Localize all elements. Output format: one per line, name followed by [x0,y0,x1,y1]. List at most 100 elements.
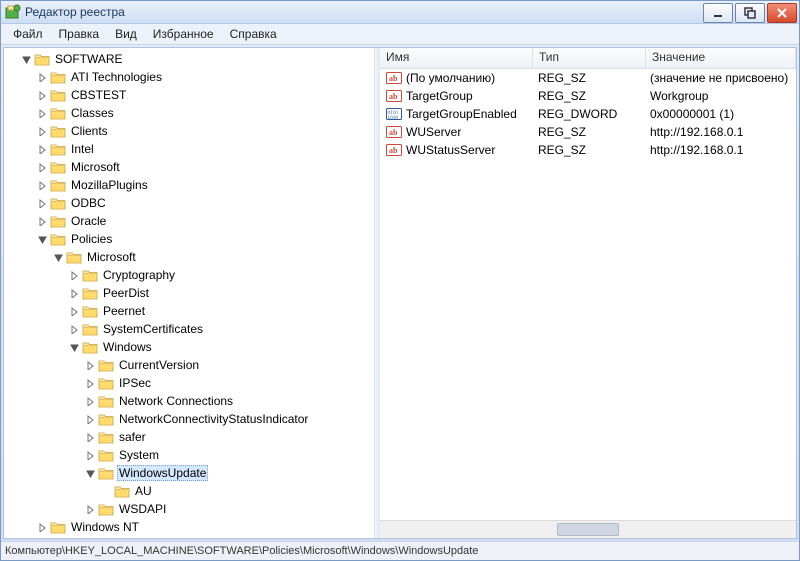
tree-node-label[interactable]: Windows [101,340,154,354]
tree-node-label[interactable]: WindowsUpdate [117,465,208,481]
menu-favorites[interactable]: Избранное [145,25,222,43]
list-row[interactable]: (По умолчанию)REG_SZ(значение не присвое… [380,69,796,87]
expander-closed-icon[interactable] [36,179,48,191]
expander-closed-icon[interactable] [84,503,96,515]
list-row[interactable]: TargetGroupEnabledREG_DWORD0x00000001 (1… [380,105,796,123]
menu-help[interactable]: Справка [222,25,285,43]
expander-closed-icon[interactable] [68,323,80,335]
expander-open-icon[interactable] [84,467,96,479]
tree-node[interactable]: ODBC [36,194,374,212]
tree-node[interactable]: WSDAPI [84,500,374,518]
tree-node[interactable]: Oracle [36,212,374,230]
close-button[interactable] [767,3,797,23]
tree-node[interactable]: Policies [36,230,374,248]
tree-node[interactable]: PeerDist [68,284,374,302]
menu-file[interactable]: Файл [5,25,51,43]
expander-closed-icon[interactable] [36,89,48,101]
scrollbar-thumb[interactable] [557,523,619,536]
tree-node-label[interactable]: PeerDist [101,286,151,300]
expander-closed-icon[interactable] [84,377,96,389]
expander-closed-icon[interactable] [36,125,48,137]
tree-node[interactable]: CurrentVersion [84,356,374,374]
list-body[interactable]: (По умолчанию)REG_SZ(значение не присвое… [380,69,796,520]
tree-node-label[interactable]: ODBC [69,196,108,210]
expander-closed-icon[interactable] [84,395,96,407]
expander-open-icon[interactable] [68,341,80,353]
menu-view[interactable]: Вид [107,25,145,43]
expander-closed-icon[interactable] [36,161,48,173]
tree-node-label[interactable]: SOFTWARE [53,52,125,66]
tree-node[interactable]: Windows [68,338,374,356]
tree-node-label[interactable]: Windows NT [69,520,141,534]
expander-closed-icon[interactable] [36,521,48,533]
expander-open-icon[interactable] [20,53,32,65]
tree-node[interactable]: IPSec [84,374,374,392]
tree-node-label[interactable]: Network Connections [117,394,235,408]
expander-closed-icon[interactable] [36,215,48,227]
tree-node-label[interactable]: ATI Technologies [69,70,164,84]
tree-pane[interactable]: SOFTWARE ATI Technologies CBSTEST Classes Cl… [4,48,375,538]
tree-node[interactable]: Peernet [68,302,374,320]
menu-edit[interactable]: Правка [51,25,108,43]
column-type[interactable]: Тип [533,48,646,68]
tree-node-label[interactable]: safer [117,430,148,444]
tree-node-label[interactable]: Policies [69,232,114,246]
tree-node[interactable]: Classes [36,104,374,122]
expander-closed-icon[interactable] [84,413,96,425]
tree-node[interactable]: Intel [36,140,374,158]
expander-open-icon[interactable] [52,251,64,263]
tree-node[interactable]: safer [84,428,374,446]
tree-node[interactable]: Windows NT [36,518,374,536]
list-row[interactable]: TargetGroupREG_SZWorkgroup [380,87,796,105]
tree-node-label[interactable]: Microsoft [69,160,122,174]
tree-node-label[interactable]: CurrentVersion [117,358,201,372]
tree-node-label[interactable]: Microsoft [85,250,138,264]
tree-node[interactable]: SystemCertificates [68,320,374,338]
expander-closed-icon[interactable] [84,359,96,371]
column-name[interactable]: Имя [380,48,533,68]
tree-node[interactable]: SOFTWARE [20,50,374,68]
expander-closed-icon[interactable] [36,197,48,209]
tree-node-label[interactable]: AU [133,484,154,498]
tree-node-label[interactable]: CBSTEST [69,88,128,102]
expander-open-icon[interactable] [36,233,48,245]
tree-node-label[interactable]: System [117,448,161,462]
column-value[interactable]: Значение [646,48,796,68]
tree-node-label[interactable]: Cryptography [101,268,177,282]
expander-closed-icon[interactable] [68,287,80,299]
maximize-button[interactable] [735,3,765,23]
horizontal-scrollbar[interactable] [380,520,796,538]
tree-node[interactable]: System [84,446,374,464]
tree-node[interactable]: Network Connections [84,392,374,410]
minimize-button[interactable] [703,3,733,23]
titlebar[interactable]: Редактор реестра [1,1,799,24]
tree-node[interactable]: CBSTEST [36,86,374,104]
expander-closed-icon[interactable] [36,71,48,83]
list-row[interactable]: WUStatusServerREG_SZhttp://192.168.0.1 [380,141,796,159]
list-row[interactable]: WUServerREG_SZhttp://192.168.0.1 [380,123,796,141]
expander-closed-icon[interactable] [36,107,48,119]
tree-node[interactable]: ATI Technologies [36,68,374,86]
expander-closed-icon[interactable] [68,305,80,317]
expander-closed-icon[interactable] [84,431,96,443]
tree-node[interactable]: MozillaPlugins [36,176,374,194]
tree-node-label[interactable]: IPSec [117,376,153,390]
tree-node-label[interactable]: WSDAPI [117,502,168,516]
tree-node[interactable]: Clients [36,122,374,140]
expander-closed-icon[interactable] [84,449,96,461]
tree-node[interactable]: AU [100,482,374,500]
tree-node[interactable]: Microsoft [52,248,374,266]
tree-node-label[interactable]: Peernet [101,304,147,318]
tree-node[interactable]: Microsoft [36,158,374,176]
tree-node[interactable]: WindowsUpdate [84,464,374,482]
tree-node-label[interactable]: SystemCertificates [101,322,205,336]
expander-closed-icon[interactable] [36,143,48,155]
tree-node-label[interactable]: Clients [69,124,110,138]
tree-node-label[interactable]: Intel [69,142,96,156]
tree-node-label[interactable]: Classes [69,106,116,120]
tree-node[interactable]: Cryptography [68,266,374,284]
tree-node-label[interactable]: NetworkConnectivityStatusIndicator [117,412,310,426]
expander-closed-icon[interactable] [68,269,80,281]
tree-node-label[interactable]: Oracle [69,214,108,228]
tree-node[interactable]: NetworkConnectivityStatusIndicator [84,410,374,428]
